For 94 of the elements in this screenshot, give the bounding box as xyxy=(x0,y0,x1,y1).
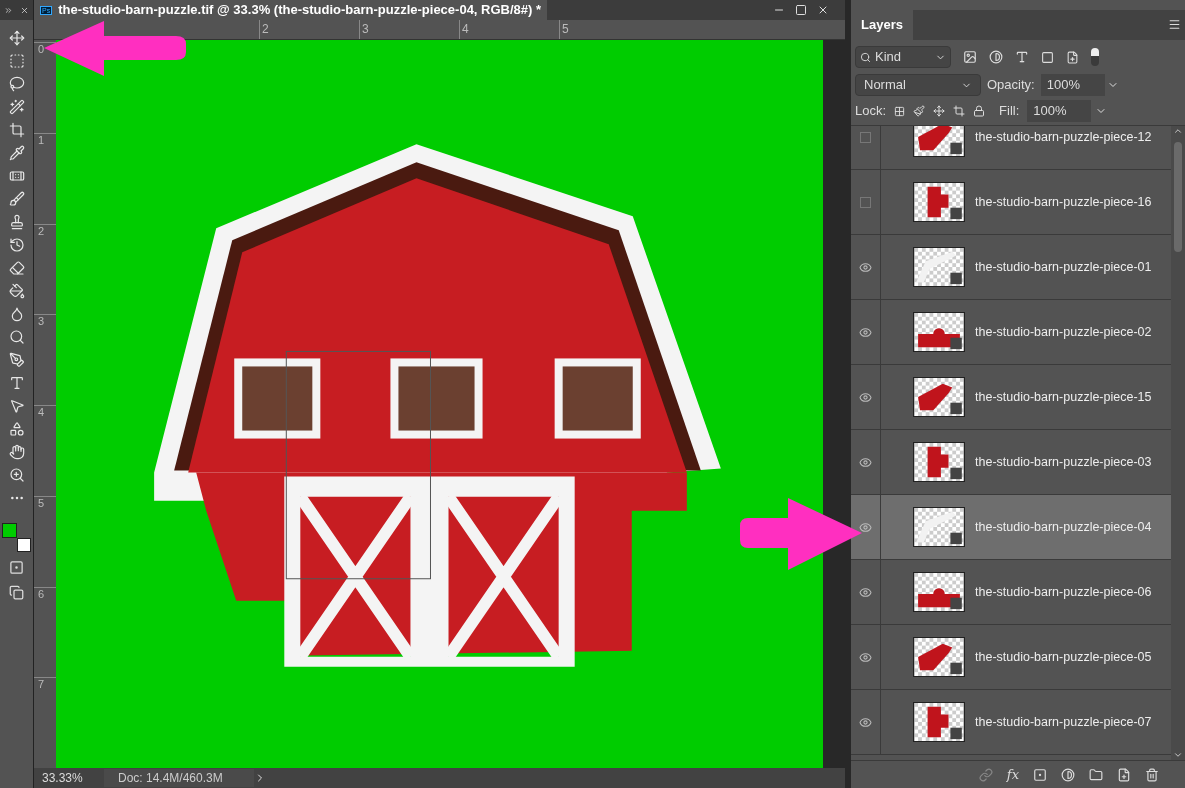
layer-name[interactable]: the-studio-barn-puzzle-piece-06 xyxy=(975,582,1152,602)
layer-name[interactable]: the-studio-barn-puzzle-piece-05 xyxy=(975,647,1152,667)
bandage-icon[interactable] xyxy=(8,168,25,184)
visibility-checkbox[interactable] xyxy=(860,196,871,208)
maximize-icon[interactable] xyxy=(795,4,807,16)
checker-icon[interactable] xyxy=(894,105,906,117)
lock-label: Lock: xyxy=(855,102,887,121)
blend-mode-dropdown[interactable]: Normal xyxy=(855,74,981,96)
type-icon[interactable] xyxy=(1015,50,1029,64)
layer-row[interactable]: the-studio-barn-puzzle-piece-03 xyxy=(851,430,1171,495)
history-brush-icon[interactable] xyxy=(8,237,25,253)
layer-row[interactable]: the-studio-barn-puzzle-piece-01 xyxy=(851,235,1171,300)
close-icon[interactable] xyxy=(20,5,29,15)
crop-icon[interactable] xyxy=(8,122,25,138)
layer-name[interactable]: the-studio-barn-puzzle-piece-15 xyxy=(975,387,1152,407)
ruler-label: 5 xyxy=(559,20,659,39)
menu-icon[interactable] xyxy=(1168,18,1181,31)
lock-icon[interactable] xyxy=(973,105,986,117)
document-tab[interactable]: the-studio-barn-puzzle.tif @ 33.3% (the-studio-barn-puzzle-piece-04, RGB/8#) * xyxy=(58,0,542,20)
eraser-icon[interactable] xyxy=(8,260,25,276)
zoom-icon[interactable] xyxy=(8,467,25,483)
layer-row[interactable]: the-studio-barn-puzzle-piece-12 xyxy=(851,126,1171,170)
shapes-icon[interactable] xyxy=(8,421,25,437)
search-icon xyxy=(860,51,871,63)
ruler-label: 3 xyxy=(359,20,459,39)
mask-icon[interactable] xyxy=(1033,767,1047,782)
scrollbar-thumb[interactable] xyxy=(1174,142,1182,252)
smart-object-icon[interactable] xyxy=(1066,50,1079,64)
eyedropper-icon[interactable] xyxy=(8,145,25,161)
color-swatch[interactable] xyxy=(16,538,31,552)
layer-name[interactable]: the-studio-barn-puzzle-piece-04 xyxy=(975,517,1152,537)
color-swatch[interactable] xyxy=(1,523,17,538)
paint-bucket-icon[interactable] xyxy=(8,283,25,299)
effects-button[interactable]: fx xyxy=(1006,764,1019,785)
eye-icon[interactable] xyxy=(859,390,872,404)
layer-row[interactable]: the-studio-barn-puzzle-piece-05 xyxy=(851,625,1171,690)
transform-icon[interactable] xyxy=(1041,50,1054,64)
screen-mode-icon[interactable] xyxy=(9,585,24,600)
layer-row[interactable]: the-studio-barn-puzzle-piece-15 xyxy=(851,365,1171,430)
layer-row[interactable]: the-studio-barn-puzzle-piece-04 xyxy=(851,495,1171,560)
eye-icon[interactable] xyxy=(859,455,872,469)
layer-name[interactable]: the-studio-barn-puzzle-piece-12 xyxy=(975,127,1152,147)
layer-row[interactable]: the-studio-barn-puzzle-piece-16 xyxy=(851,170,1171,235)
layer-name[interactable]: the-studio-barn-puzzle-piece-01 xyxy=(975,257,1152,277)
brush-icon[interactable] xyxy=(913,105,926,117)
visibility-checkbox[interactable] xyxy=(860,131,871,143)
scroll-down-icon[interactable] xyxy=(1173,750,1183,760)
opacity-field[interactable]: 100% xyxy=(1040,74,1105,96)
ruler-label: 4 xyxy=(459,20,559,39)
toggle-switch[interactable] xyxy=(1091,48,1099,66)
layer-name[interactable]: the-studio-barn-puzzle-piece-02 xyxy=(975,322,1152,342)
magic-wand-icon[interactable] xyxy=(8,99,25,115)
image-icon[interactable] xyxy=(963,50,977,64)
marquee-icon[interactable] xyxy=(8,53,25,69)
trash-icon[interactable] xyxy=(1145,767,1159,782)
folder-icon[interactable] xyxy=(1089,767,1103,782)
layer-row[interactable]: the-studio-barn-puzzle-piece-07 xyxy=(851,690,1171,755)
lasso-icon[interactable] xyxy=(8,76,25,92)
eye-icon[interactable] xyxy=(859,650,872,664)
scroll-up-icon[interactable] xyxy=(1173,126,1183,136)
layers-tab[interactable]: Layers xyxy=(851,10,913,40)
stamp-icon[interactable] xyxy=(8,214,25,230)
document-size: Doc: 14.4M/460.3M xyxy=(104,769,254,787)
layer-row[interactable]: the-studio-barn-puzzle-piece-06 xyxy=(851,560,1171,625)
move-icon[interactable] xyxy=(933,105,946,117)
eye-icon[interactable] xyxy=(859,715,872,729)
expand-icon[interactable] xyxy=(4,5,13,15)
eye-icon[interactable] xyxy=(859,585,872,599)
half-circle-icon[interactable] xyxy=(1061,767,1075,782)
new-layer-icon[interactable] xyxy=(1117,767,1131,782)
layer-name[interactable]: the-studio-barn-puzzle-piece-07 xyxy=(975,712,1152,732)
eye-icon[interactable] xyxy=(859,520,872,534)
pointer-icon[interactable] xyxy=(8,398,25,414)
fill-field[interactable]: 100% xyxy=(1027,100,1092,122)
pen-icon[interactable] xyxy=(8,352,25,368)
fill-label: Fill: xyxy=(999,102,1020,121)
ruler-label: 2 xyxy=(259,20,359,39)
eye-icon[interactable] xyxy=(859,260,872,274)
hand-icon[interactable] xyxy=(8,444,25,460)
layer-name[interactable]: the-studio-barn-puzzle-piece-16 xyxy=(975,192,1152,212)
close-icon[interactable] xyxy=(817,4,829,16)
layer-row[interactable]: the-studio-barn-puzzle-piece-02 xyxy=(851,300,1171,365)
zoom-level[interactable]: 33.33% xyxy=(34,769,104,787)
filter-dropdown[interactable]: Kind xyxy=(855,46,951,68)
quick-mask-icon[interactable] xyxy=(9,560,24,575)
layer-name[interactable]: the-studio-barn-puzzle-piece-03 xyxy=(975,452,1152,472)
opacity-label: Opacity: xyxy=(987,76,1035,95)
type-icon[interactable] xyxy=(8,375,25,391)
crop-icon[interactable] xyxy=(953,105,966,117)
brush-icon[interactable] xyxy=(8,191,25,207)
magnifier-icon[interactable] xyxy=(8,329,25,345)
half-circle-icon[interactable] xyxy=(989,50,1003,64)
move-icon[interactable] xyxy=(8,30,25,46)
eye-icon[interactable] xyxy=(859,325,872,339)
